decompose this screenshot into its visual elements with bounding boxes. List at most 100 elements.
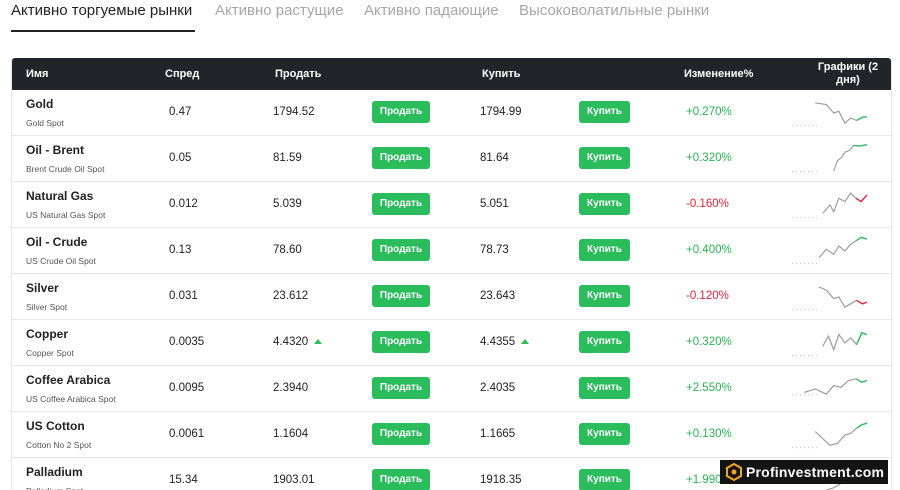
sparkline-history xyxy=(818,286,857,309)
sparkline-chart xyxy=(792,286,868,311)
tab-top-risers[interactable]: Активно растущие xyxy=(215,2,344,19)
header-name[interactable]: Имя xyxy=(26,68,48,80)
instrument-name[interactable]: Coffee Arabica xyxy=(26,373,110,387)
table-row[interactable]: Gold Gold Spot 0.47 1794.52 Продать 1794.99 Ку… xyxy=(12,90,891,136)
buy-button[interactable]: Купить xyxy=(579,193,630,215)
sell-button[interactable]: Продать xyxy=(372,331,430,353)
markets-table: Имя Спред Продать Купить Изменение% Граф… xyxy=(11,58,892,490)
table-row[interactable]: Oil - Crude US Crude Oil Spot 0.13 78.60 Про… xyxy=(12,228,891,274)
sparkline-history xyxy=(814,427,857,446)
table-row[interactable]: Oil - Brent Brent Crude Oil Spot 0.05 81.59… xyxy=(12,136,891,182)
instrument-name[interactable]: US Cotton xyxy=(26,419,85,433)
tab-top-fallers[interactable]: Активно падающие xyxy=(364,2,499,19)
sparkline-chart xyxy=(792,144,868,173)
sparkline-history xyxy=(803,378,857,395)
sell-button[interactable]: Продать xyxy=(372,239,430,261)
sell-button[interactable]: Продать xyxy=(372,193,430,215)
tab-high-volatility[interactable]: Высоковолатильные рынки xyxy=(519,2,709,19)
sell-price: 23.612 xyxy=(273,290,309,302)
header-sell[interactable]: Продать xyxy=(275,68,321,80)
header-buy[interactable]: Купить xyxy=(482,68,520,80)
buy-price: 4.4355 xyxy=(480,336,516,348)
instrument-subtitle: Brent Crude Oil Spot xyxy=(26,164,105,174)
header-charts: Графики (2 дня) xyxy=(817,61,879,86)
sell-price: 4.4320 xyxy=(273,336,309,348)
spread-value: 0.0095 xyxy=(169,382,205,394)
header-spread[interactable]: Спред xyxy=(165,68,199,80)
spread-value: 0.0035 xyxy=(169,336,205,348)
table-header: Имя Спред Продать Купить Изменение% Граф… xyxy=(12,58,891,90)
sell-price: 1.1604 xyxy=(273,428,309,440)
buy-button[interactable]: Купить xyxy=(579,147,630,169)
sparkline-recent xyxy=(855,378,868,383)
sparkline-chart xyxy=(792,236,868,265)
change-percent: +0.130% xyxy=(686,428,732,440)
buy-button[interactable]: Купить xyxy=(579,423,630,445)
sell-button[interactable]: Продать xyxy=(372,147,430,169)
sparkline-recent xyxy=(855,194,868,203)
sell-price: 5.039 xyxy=(273,198,302,210)
sparkline-recent xyxy=(853,144,868,147)
sparkline-history xyxy=(822,192,857,214)
tab-most-traded[interactable]: Активно торгуемые рынки xyxy=(11,2,192,19)
sparkline-history xyxy=(833,145,855,172)
instrument-name[interactable]: Gold xyxy=(26,97,53,111)
instrument-name[interactable]: Oil - Crude xyxy=(26,235,87,249)
table-row[interactable]: Copper Copper Spot 0.0035 4.4320 Продать 4.43… xyxy=(12,320,891,366)
sell-price: 81.59 xyxy=(273,152,302,164)
instrument-subtitle: Gold Spot xyxy=(26,118,64,128)
instrument-name[interactable]: Palladium xyxy=(26,465,83,479)
instrument-name[interactable]: Silver xyxy=(26,281,59,295)
watermark-text: Profinvestment.com xyxy=(746,464,885,480)
sell-button[interactable]: Продать xyxy=(372,377,430,399)
buy-button[interactable]: Купить xyxy=(579,239,630,261)
change-percent: -0.120% xyxy=(686,290,729,302)
sell-price: 78.60 xyxy=(273,244,302,256)
buy-button[interactable]: Купить xyxy=(579,377,630,399)
buy-button[interactable]: Купить xyxy=(579,285,630,307)
sparkline-history xyxy=(822,333,858,352)
table-row[interactable]: US Cotton Cotton No 2 Spot 0.0061 1.1604 Про… xyxy=(12,412,891,458)
table-row[interactable]: Coffee Arabica US Coffee Arabica Spot 0.00… xyxy=(12,366,891,412)
instrument-subtitle: Silver Spot xyxy=(26,302,68,312)
spread-value: 0.05 xyxy=(169,152,192,164)
buy-button[interactable]: Купить xyxy=(579,331,630,353)
sell-price: 1903.01 xyxy=(273,474,315,486)
buy-button[interactable]: Купить xyxy=(579,101,630,123)
instrument-subtitle: Palladium Spot xyxy=(26,486,83,490)
sparkline-chart xyxy=(792,102,867,127)
change-percent: -0.160% xyxy=(686,198,729,210)
sell-button[interactable]: Продать xyxy=(372,469,430,490)
sparkline-history xyxy=(818,240,857,259)
change-percent: +2.550% xyxy=(686,382,732,394)
instrument-name[interactable]: Oil - Brent xyxy=(26,143,84,157)
sell-price: 1794.52 xyxy=(273,106,315,118)
instrument-name[interactable]: Natural Gas xyxy=(26,189,93,203)
table-row[interactable]: Natural Gas US Natural Gas Spot 0.012 5.039… xyxy=(12,182,891,228)
spread-value: 0.031 xyxy=(169,290,198,302)
sell-price: 2.3940 xyxy=(273,382,309,394)
buy-button[interactable]: Купить xyxy=(579,469,630,490)
sparkline-chart xyxy=(792,378,868,396)
change-percent: +0.320% xyxy=(686,336,732,348)
buy-price: 1918.35 xyxy=(480,474,522,486)
buy-price: 81.64 xyxy=(480,152,509,164)
table-row[interactable]: Silver Silver Spot 0.031 23.612 Продать 23.64… xyxy=(12,274,891,320)
instrument-name[interactable]: Copper xyxy=(26,327,68,341)
sparkline-history xyxy=(815,102,857,125)
sparkline-chart xyxy=(792,422,868,449)
buy-price: 2.4035 xyxy=(480,382,516,394)
profinvestment-logo-icon xyxy=(726,463,742,481)
buy-price: 78.73 xyxy=(480,244,509,256)
sell-button[interactable]: Продать xyxy=(372,285,430,307)
active-tab-indicator xyxy=(11,30,195,32)
watermark: Profinvestment.com xyxy=(720,460,888,484)
sell-button[interactable]: Продать xyxy=(372,423,430,445)
header-change[interactable]: Изменение% xyxy=(684,68,753,80)
sell-button[interactable]: Продать xyxy=(372,101,430,123)
instrument-subtitle: Cotton No 2 Spot xyxy=(26,440,92,450)
buy-price: 5.051 xyxy=(480,198,509,210)
sparkline-chart xyxy=(792,192,868,219)
sparkline-recent xyxy=(856,299,868,305)
change-percent: +0.270% xyxy=(686,106,732,118)
